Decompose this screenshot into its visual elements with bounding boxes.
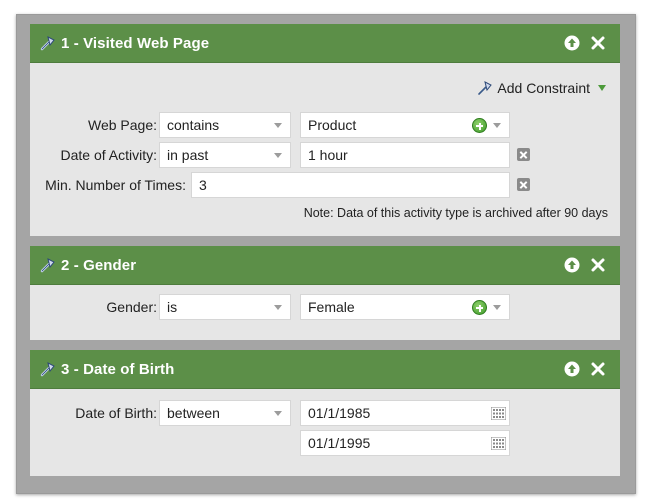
filter-panel-date-of-birth: 3 - Date of Birth Date of Birth: between…: [30, 350, 620, 476]
min-number-of-times-value: 3: [199, 177, 207, 193]
min-number-of-times-input[interactable]: 3: [191, 172, 510, 198]
remove-icon[interactable]: [517, 178, 530, 191]
date-of-birth-operator-value: between: [167, 405, 220, 421]
plus-icon[interactable]: [472, 300, 487, 315]
chevron-down-icon: [274, 123, 282, 128]
chevron-down-icon: [274, 411, 282, 416]
date-of-activity-operator-select[interactable]: in past: [159, 142, 291, 168]
panel-title: 3 - Date of Birth: [61, 360, 175, 378]
web-page-value-input[interactable]: Product: [300, 112, 510, 138]
min-number-of-times-label: Min. Number of Times:: [45, 177, 186, 193]
filter-panel-gender: 2 - Gender Gender: is Female: [30, 246, 620, 340]
move-up-icon[interactable]: [564, 361, 580, 377]
filter-panel-visited-web-page: 1 - Visited Web Page Add Constraint Web …: [30, 24, 620, 236]
web-page-label: Web Page:: [87, 117, 157, 133]
gender-value-input[interactable]: Female: [300, 294, 510, 320]
chevron-down-icon[interactable]: [598, 85, 606, 91]
add-constraint-label: Add Constraint: [497, 80, 590, 96]
wand-icon: [40, 362, 55, 377]
date-of-activity-operator-value: in past: [167, 147, 209, 163]
chevron-down-icon: [274, 305, 282, 310]
add-constraint-button[interactable]: Add Constraint: [476, 79, 606, 97]
date-of-activity-value: 1 hour: [308, 147, 348, 163]
panel-header[interactable]: 1 - Visited Web Page: [30, 24, 620, 63]
web-page-operator-select[interactable]: contains: [159, 112, 291, 138]
gender-value: Female: [308, 299, 355, 315]
web-page-operator-value: contains: [167, 117, 220, 133]
panel-header[interactable]: 2 - Gender: [30, 246, 620, 285]
wand-icon: [478, 81, 493, 95]
date-of-activity-value-input[interactable]: 1 hour: [300, 142, 510, 168]
gender-operator-select[interactable]: is: [159, 294, 291, 320]
web-page-value: Product: [308, 117, 357, 133]
close-icon[interactable]: [590, 35, 606, 51]
date-of-birth-start-value: 01/1/1985: [308, 405, 371, 421]
move-up-icon[interactable]: [564, 257, 580, 273]
date-of-birth-start-input[interactable]: 01/1/1985: [300, 400, 510, 426]
date-of-birth-operator-select[interactable]: between: [159, 400, 291, 426]
panel-title: 2 - Gender: [61, 256, 137, 274]
filter-canvas: 1 - Visited Web Page Add Constraint Web …: [16, 14, 636, 494]
wand-icon: [40, 258, 55, 273]
chevron-down-icon[interactable]: [493, 305, 501, 310]
gender-operator-value: is: [167, 299, 178, 315]
remove-icon[interactable]: [517, 148, 530, 161]
panel-header[interactable]: 3 - Date of Birth: [30, 350, 620, 389]
archive-note: Note: Data of this activity type is arch…: [303, 206, 608, 220]
close-icon[interactable]: [590, 361, 606, 377]
chevron-down-icon[interactable]: [493, 123, 501, 128]
calendar-icon[interactable]: [491, 407, 506, 420]
date-of-birth-label: Date of Birth:: [75, 405, 157, 421]
calendar-icon[interactable]: [491, 437, 506, 450]
plus-icon[interactable]: [472, 118, 487, 133]
gender-label: Gender:: [106, 299, 157, 315]
close-icon[interactable]: [590, 257, 606, 273]
move-up-icon[interactable]: [564, 35, 580, 51]
date-of-activity-label: Date of Activity:: [60, 147, 157, 163]
wand-icon: [40, 36, 55, 51]
panel-title: 1 - Visited Web Page: [61, 34, 210, 52]
date-of-birth-end-value: 01/1/1995: [308, 435, 371, 451]
date-of-birth-end-input[interactable]: 01/1/1995: [300, 430, 510, 456]
chevron-down-icon: [274, 153, 282, 158]
